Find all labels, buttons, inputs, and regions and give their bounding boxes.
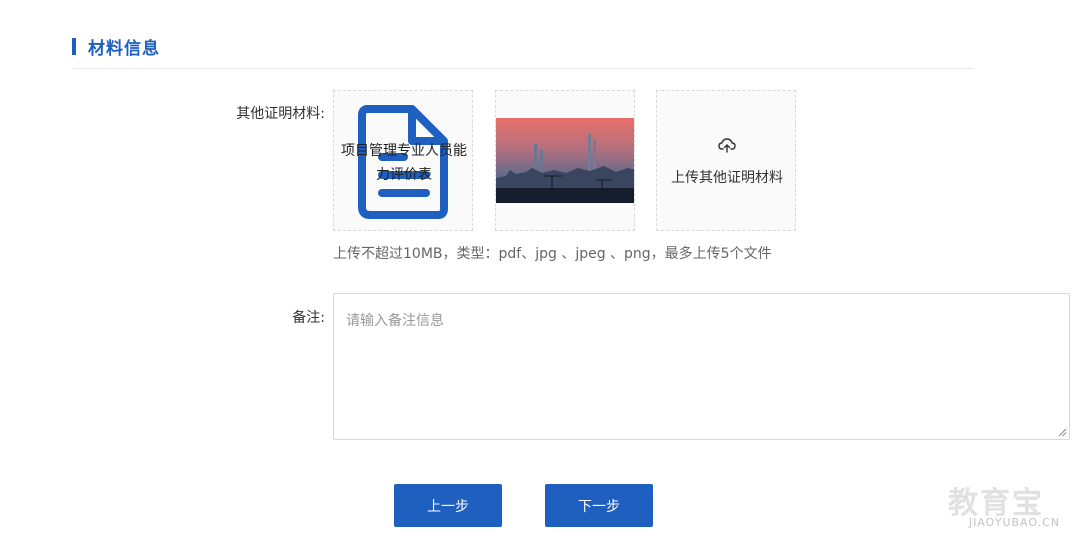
uploaded-image-card[interactable] — [495, 90, 635, 231]
section-header: 材料信息 — [72, 34, 160, 59]
section-accent-bar — [72, 38, 76, 55]
watermark-domain: JIAOYUBAO.CN — [968, 516, 1060, 529]
cloud-upload-icon — [718, 138, 736, 153]
remark-label: 备注: — [292, 310, 325, 326]
add-material-label: 上传其他证明材料 — [671, 170, 783, 186]
add-material-button[interactable]: 上传其他证明材料 — [656, 90, 796, 231]
watermark-logo: 教育宝 JIAOYUBAO.CN — [918, 478, 1068, 538]
uploaded-file-card[interactable]: 项目管理专业人员能力评价表 — [333, 90, 473, 231]
resize-grip-icon[interactable] — [1057, 427, 1067, 437]
next-step-button[interactable]: 下一步 — [545, 484, 653, 527]
previous-step-button[interactable]: 上一步 — [394, 484, 502, 527]
remark-textarea[interactable] — [333, 293, 1070, 440]
section-title: 材料信息 — [88, 39, 160, 59]
uploaded-file-name: 项目管理专业人员能力评价表 — [341, 143, 467, 183]
city-photo — [496, 118, 634, 203]
upload-hint: 上传不超过10MB，类型：pdf、jpg 、jpeg 、png，最多上传5个文件 — [333, 246, 772, 262]
section-divider — [72, 68, 974, 69]
materials-label: 其他证明材料: — [236, 106, 325, 122]
